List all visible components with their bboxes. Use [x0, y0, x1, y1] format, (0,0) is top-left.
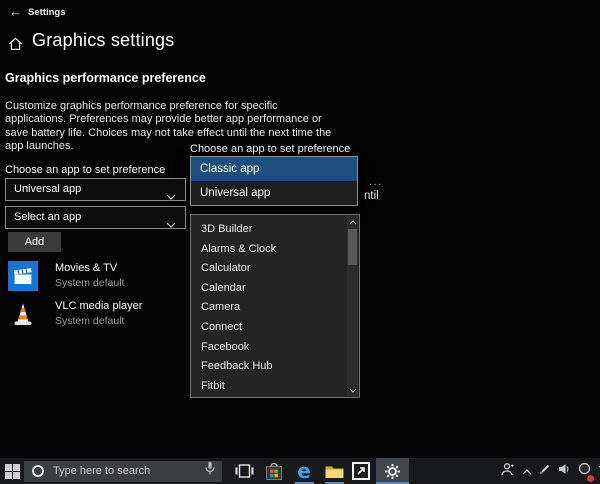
- add-button[interactable]: Add: [8, 232, 61, 252]
- installed-app-status: System default: [55, 315, 125, 327]
- scroll-up-button[interactable]: [347, 216, 358, 228]
- popup-choose-app-label: Choose an app to set preference: [190, 143, 351, 155]
- chevron-down-icon: [166, 187, 176, 208]
- scrollbar-thumb[interactable]: [348, 229, 357, 265]
- volume-icon[interactable]: [558, 462, 571, 480]
- app-select[interactable]: Select an app: [5, 206, 186, 229]
- alert-badge: [586, 475, 594, 482]
- section-title: Graphics performance preference: [5, 71, 206, 85]
- arrow-app-icon: [352, 462, 370, 480]
- chevron-down-icon: [166, 215, 176, 236]
- edge-browser-button[interactable]: e: [290, 458, 318, 484]
- app-list-item[interactable]: Calculator: [191, 259, 346, 279]
- app-type-select[interactable]: Universal app: [5, 178, 186, 201]
- background-text-fragment: ntil: [364, 190, 379, 202]
- installed-app-row[interactable]: VLC media player System default: [8, 299, 186, 333]
- description-line: Customize graphics performance preferenc…: [5, 100, 278, 112]
- description-line: save battery life. Choices may not take …: [5, 126, 332, 139]
- people-icon[interactable]: [500, 462, 515, 481]
- installed-app-row[interactable]: Movies & TV System default: [8, 261, 186, 295]
- settings-taskbar-button[interactable]: [376, 458, 409, 484]
- app-list-item[interactable]: Feedback Hub: [191, 357, 346, 377]
- settings-window: ← Settings Graphics settings Graphics pe…: [0, 0, 600, 484]
- app-list-item[interactable]: 3D Builder: [191, 220, 346, 240]
- choose-app-label: Choose an app to set preference: [5, 164, 166, 176]
- movies-tv-icon: [8, 261, 38, 291]
- system-tray: [496, 458, 600, 484]
- app-list-item[interactable]: Calendar: [191, 279, 346, 299]
- edge-icon: e: [297, 459, 311, 483]
- scrollbar[interactable]: [347, 216, 358, 396]
- app-select-value: Select an app: [14, 211, 82, 223]
- app-list-item[interactable]: Connect: [191, 318, 346, 338]
- page-title: Graphics settings: [32, 30, 175, 50]
- gear-icon: [385, 463, 400, 479]
- background-text-fragment: ...: [369, 177, 384, 188]
- dropdown-option-classic-app[interactable]: Classic app: [191, 157, 357, 181]
- hidden-icons-chevron-icon[interactable]: [522, 462, 532, 480]
- description-line: applications. Preferences may provide be…: [5, 113, 322, 126]
- arrow-app-button[interactable]: [348, 458, 374, 484]
- dropdown-option-universal-app[interactable]: Universal app: [191, 181, 357, 205]
- store-button[interactable]: [260, 458, 288, 484]
- home-icon[interactable]: [8, 37, 23, 56]
- app-list-item[interactable]: Facebook: [191, 338, 346, 358]
- back-button[interactable]: ←: [9, 4, 22, 19]
- installed-app-name: Movies & TV: [55, 262, 118, 274]
- app-list-item[interactable]: Alarms & Clock: [191, 240, 346, 260]
- cortana-icon: [32, 465, 44, 477]
- pen-icon[interactable]: [539, 462, 551, 480]
- start-button[interactable]: [0, 458, 24, 484]
- taskbar: Type here to search e: [0, 458, 600, 484]
- window-title: Settings: [28, 7, 66, 18]
- installed-app-name: VLC media player: [55, 300, 143, 312]
- app-select-dropdown-list: 3D Builder Alarms & Clock Calculator Cal…: [190, 214, 360, 398]
- microphone-icon[interactable]: [205, 461, 215, 481]
- task-view-button[interactable]: [230, 458, 258, 484]
- taskbar-search[interactable]: Type here to search: [24, 460, 222, 482]
- app-list-item[interactable]: Camera: [191, 298, 346, 318]
- notification-alert-icon[interactable]: [578, 462, 594, 482]
- app-list-item[interactable]: Fitbit: [191, 377, 346, 397]
- app-type-dropdown-open: Classic app Universal app: [190, 156, 358, 206]
- windows-logo-icon: [4, 463, 20, 479]
- installed-app-status: System default: [55, 277, 125, 289]
- file-explorer-button[interactable]: [320, 458, 348, 484]
- folder-icon: [325, 466, 343, 478]
- scroll-down-button[interactable]: [347, 384, 358, 396]
- app-type-select-value: Universal app: [14, 183, 82, 195]
- vlc-icon: [8, 299, 38, 329]
- search-input[interactable]: Type here to search: [53, 465, 205, 477]
